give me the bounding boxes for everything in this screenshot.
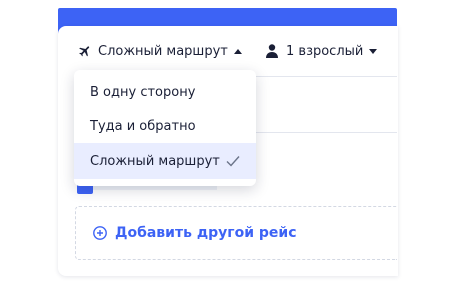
route-option-one-way[interactable]: В одну сторону [74,75,256,109]
caret-down-icon [369,48,378,54]
divider [252,76,397,77]
add-flight-button[interactable]: Добавить другой рейс [75,206,397,260]
passengers-selector[interactable]: 1 взрослый [266,40,378,62]
add-flight-label: Добавить другой рейс [115,225,297,241]
airplane-icon [78,44,92,58]
passengers-label: 1 взрослый [286,43,364,59]
route-type-label: Сложный маршрут [98,43,228,59]
checkmark-icon [226,155,240,167]
route-option-multi-city[interactable]: Сложный маршрут [74,143,256,179]
route-option-label: Туда и обратно [90,118,196,134]
route-type-selector[interactable]: Сложный маршрут [78,40,242,62]
field-underline [252,132,397,133]
route-option-label: В одну сторону [90,84,196,100]
caret-up-icon [233,48,242,54]
route-option-round-trip[interactable]: Туда и обратно [74,109,256,143]
plus-circle-icon [93,226,107,240]
route-type-dropdown: В одну сторону Туда и обратно Сложный ма… [74,70,256,186]
route-option-label: Сложный маршрут [90,153,220,169]
person-icon [266,44,278,58]
